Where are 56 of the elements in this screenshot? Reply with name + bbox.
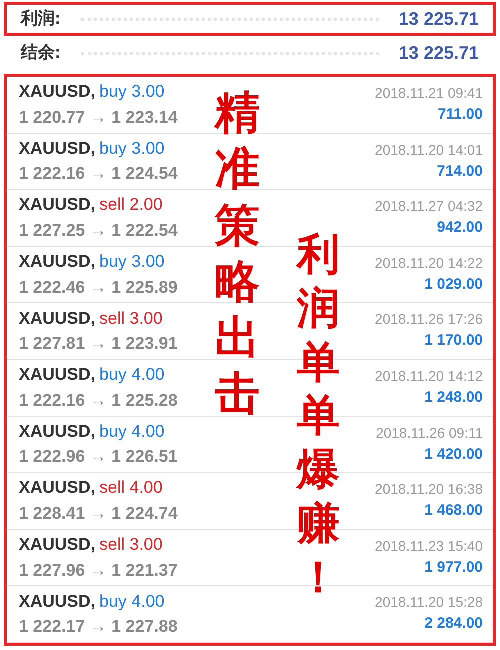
- trade-prices: 1 227.25 → 1 222.54: [19, 220, 178, 242]
- trade-profit: 1 977.00: [424, 558, 483, 578]
- trade-profit: 1 029.00: [424, 274, 483, 295]
- trade-prices: 1 222.17 → 1 227.88: [19, 616, 178, 638]
- overlay-slogan: 利润单单爆赚！: [297, 229, 340, 604]
- trade-action: sell 3.00: [100, 308, 163, 330]
- trade-prices: 1 228.41 → 1 224.74: [19, 502, 178, 525]
- trade-time: 2018.11.27 04:32: [375, 197, 483, 216]
- trade-time: 2018.11.20 16:38: [375, 480, 483, 500]
- trade-symbol: XAUUSD,: [19, 534, 96, 556]
- trade-prices: 1 222.16 → 1 225.28: [19, 390, 178, 412]
- trade-symbol: XAUUSD,: [19, 420, 96, 443]
- trade-action: buy 4.00: [100, 364, 165, 386]
- trade-action: sell 4.00: [100, 477, 163, 500]
- trade-profit: 1 248.00: [424, 388, 483, 408]
- trade-profit: 942.00: [437, 218, 483, 238]
- trade-action: sell 2.00: [100, 194, 163, 216]
- trade-action: buy 4.00: [100, 420, 165, 443]
- trade-symbol: XAUUSD,: [19, 81, 96, 104]
- trade-symbol: XAUUSD,: [19, 308, 96, 330]
- trade-prices: 1 227.96 → 1 221.37: [19, 560, 178, 582]
- summary-value: 13 225.71: [398, 42, 479, 64]
- trade-time: 2018.11.20 15:28: [375, 593, 483, 612]
- trade-prices: 1 222.96 → 1 226.51: [19, 446, 178, 468]
- trade-action: buy 3.00: [100, 251, 165, 274]
- trade-profit: 1 170.00: [424, 331, 483, 352]
- trade-symbol: XAUUSD,: [19, 251, 96, 274]
- trade-profit: 1 468.00: [424, 501, 483, 522]
- summary-label: 利润:: [21, 8, 61, 30]
- trade-time: 2018.11.23 15:40: [375, 536, 483, 556]
- trade-prices: 1 222.16 → 1 224.54: [19, 163, 178, 186]
- trade-symbol: XAUUSD,: [19, 477, 96, 500]
- trade-time: 2018.11.26 09:11: [376, 424, 483, 443]
- trade-symbol: XAUUSD,: [19, 364, 96, 386]
- trade-symbol: XAUUSD,: [19, 590, 96, 613]
- trade-action: buy 3.00: [100, 138, 165, 160]
- summary-label: 结余:: [21, 42, 61, 64]
- summary-value: 13 225.71: [398, 8, 479, 30]
- trade-profit: 1 420.00: [424, 444, 483, 465]
- trade-prices: 1 227.81 → 1 223.91: [19, 333, 178, 356]
- trade-profit: 711.00: [438, 105, 483, 126]
- trade-time: 2018.11.26 17:26: [375, 310, 483, 330]
- trade-prices: 1 220.77 → 1 223.14: [19, 106, 178, 129]
- trade-profit: 714.00: [437, 162, 483, 182]
- trade-action: buy 4.00: [100, 590, 165, 613]
- trade-symbol: XAUUSD,: [19, 194, 96, 216]
- trade-time: 2018.11.20 14:22: [375, 254, 483, 273]
- trade-action: buy 3.00: [100, 81, 165, 104]
- trade-prices: 1 222.46 → 1 225.89: [19, 276, 178, 299]
- trade-time: 2018.11.20 14:12: [375, 367, 483, 386]
- trade-time: 2018.11.21 09:41: [375, 84, 483, 104]
- trade-time: 2018.11.20 14:01: [375, 140, 483, 160]
- trade-action: sell 3.00: [100, 534, 163, 556]
- overlay-slogan: 精准策略出击: [215, 85, 260, 422]
- trade-profit: 2 284.00: [424, 614, 483, 634]
- trade-symbol: XAUUSD,: [19, 138, 96, 160]
